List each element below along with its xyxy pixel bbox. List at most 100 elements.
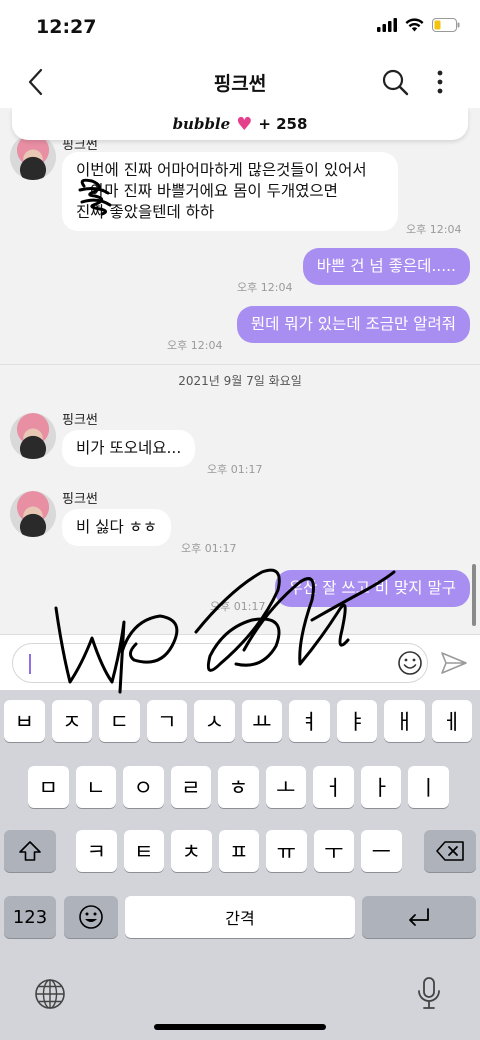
keyboard-key[interactable]: ㅇ xyxy=(123,766,164,808)
emoji-button[interactable] xyxy=(397,650,423,676)
date-divider-line xyxy=(0,364,480,365)
keyboard-key-label: ㅠ xyxy=(276,840,296,864)
keyboard-key-label: ㄱ xyxy=(157,710,177,734)
keyboard-key-label: ㅌ xyxy=(134,840,154,864)
emoji-keyboard-icon xyxy=(79,905,103,929)
signal-icon xyxy=(377,18,397,32)
status-time: 12:27 xyxy=(36,16,97,38)
keyboard-key-label: ㅜ xyxy=(324,840,344,864)
keyboard-key[interactable]: ㅜ xyxy=(313,830,354,872)
keyboard-key[interactable]: ㅏ xyxy=(360,766,401,808)
keyboard-key[interactable]: ㅡ xyxy=(361,830,402,872)
status-icons xyxy=(377,18,460,32)
keyboard-key[interactable]: ㅠ xyxy=(266,830,307,872)
keyboard-key[interactable]: ㄷ xyxy=(99,700,140,742)
microphone-icon xyxy=(418,977,440,1009)
dictation-button[interactable] xyxy=(414,976,444,1010)
message-time: 오후 01:17 xyxy=(181,542,237,555)
keyboard-key-label: ㅓ xyxy=(323,776,343,800)
keyboard-key[interactable]: ㅔ xyxy=(431,700,472,742)
keyboard-key-label: ㅈ xyxy=(62,710,82,734)
keyboard-key-label: ㅕ xyxy=(299,710,319,734)
numbers-key[interactable]: 123 xyxy=(4,896,56,938)
space-key-label: 간격 xyxy=(225,909,255,928)
backspace-key[interactable] xyxy=(424,830,476,872)
keyboard-key[interactable]: ㅗ xyxy=(265,766,306,808)
message-time: 오후 12:04 xyxy=(406,223,462,236)
send-icon xyxy=(441,652,467,674)
avatar[interactable] xyxy=(10,413,56,459)
keyboard-key-label: ㅎ xyxy=(228,776,248,800)
send-button[interactable] xyxy=(440,649,468,677)
keyboard-key[interactable]: ㅑ xyxy=(336,700,377,742)
return-key[interactable] xyxy=(362,896,476,938)
keyboard-key-label: ㅗ xyxy=(276,776,296,800)
keyboard-key[interactable]: ㅕ xyxy=(289,700,330,742)
text-cursor xyxy=(29,654,31,674)
bubble-banner[interactable]: bubble ♥ + 258 xyxy=(12,108,468,140)
shift-key[interactable] xyxy=(4,830,56,872)
message-time: 오후 12:04 xyxy=(237,281,293,294)
keyboard-key[interactable]: ㄱ xyxy=(146,700,187,742)
message-time: 오후 12:04 xyxy=(167,339,223,352)
avatar[interactable] xyxy=(10,134,56,180)
more-button[interactable] xyxy=(430,68,450,96)
keyboard-key-label: ㅛ xyxy=(252,710,272,734)
message-outgoing: 우산 잘 쓰고 비 맞지 말구 xyxy=(274,570,470,607)
keyboard-key[interactable]: ㅊ xyxy=(171,830,212,872)
chat-area[interactable]: bubble ♥ + 258 핑크썬 이번에 진짜 어마어마하게 많은것들이 있… xyxy=(0,108,480,634)
keyboard-key-label: ㅂ xyxy=(14,710,34,734)
keyboard-key-label: ㅏ xyxy=(371,776,391,800)
keyboard-key[interactable]: ㄴ xyxy=(75,766,116,808)
message-incoming: 이번에 진짜 어마어마하게 많은것들이 있어서 아마 진짜 바쁠거에요 몸이 두… xyxy=(62,152,398,231)
keyboard-key[interactable]: ㅓ xyxy=(313,766,354,808)
message-input[interactable] xyxy=(12,643,428,683)
keyboard-key-label: ㅅ xyxy=(204,710,224,734)
avatar[interactable] xyxy=(10,491,56,537)
search-icon xyxy=(382,69,409,96)
more-icon xyxy=(437,70,443,94)
message-incoming: 비가 또오네요... xyxy=(62,430,196,467)
keyboard-key-label: ㅡ xyxy=(371,840,391,864)
keyboard-key-label: ㅁ xyxy=(38,776,58,800)
message-outgoing: 뭔데 뭐가 있는데 조금만 알려줘 xyxy=(236,306,470,343)
keyboard-key[interactable]: ㅍ xyxy=(218,830,259,872)
backspace-icon xyxy=(436,841,464,861)
message-time: 오후 01:17 xyxy=(210,600,266,613)
keyboard-key[interactable]: ㅣ xyxy=(408,766,449,808)
globe-button[interactable] xyxy=(34,978,66,1010)
keyboard-key-label: ㅔ xyxy=(442,710,462,734)
message-time: 오후 01:17 xyxy=(207,463,263,476)
heart-icon: ♥ xyxy=(236,113,253,135)
status-bar: 12:27 xyxy=(0,0,480,56)
nav-bar: 핑크썬 xyxy=(0,56,480,108)
search-button[interactable] xyxy=(381,68,409,96)
keyboard-key-label: ㄹ xyxy=(181,776,201,800)
bubble-brand: bubble xyxy=(172,115,231,133)
sender-name: 핑크썬 xyxy=(62,492,98,507)
home-indicator xyxy=(154,1024,326,1030)
keyboard-key[interactable]: ㅎ xyxy=(218,766,259,808)
emoji-keyboard-key[interactable] xyxy=(64,896,118,938)
scrollbar[interactable] xyxy=(472,564,476,626)
input-bar xyxy=(0,634,480,690)
keyboard-key[interactable]: ㅌ xyxy=(123,830,164,872)
space-key[interactable]: 간격 xyxy=(125,896,355,938)
message-line: 아마 진짜 바쁠거에요 몸이 두개였으면 xyxy=(90,182,338,200)
numbers-key-label: 123 xyxy=(12,906,48,928)
message-outgoing: 바쁜 건 넘 좋은데..... xyxy=(302,248,470,285)
keyboard-key-label: ㅍ xyxy=(229,840,249,864)
keyboard-key[interactable]: ㅛ xyxy=(241,700,282,742)
keyboard-key[interactable]: ㅂ xyxy=(4,700,45,742)
keyboard-key[interactable]: ㅐ xyxy=(384,700,425,742)
keyboard-key[interactable]: ㅅ xyxy=(194,700,235,742)
keyboard-key[interactable]: ㅋ xyxy=(76,830,117,872)
keyboard-key-label: ㄷ xyxy=(109,710,129,734)
keyboard-key[interactable]: ㄹ xyxy=(170,766,211,808)
emoji-icon xyxy=(398,651,422,675)
keyboard-key-label: ㅊ xyxy=(181,840,201,864)
keyboard-key[interactable]: ㅈ xyxy=(51,700,92,742)
keyboard-key-label: ㅑ xyxy=(347,710,367,734)
keyboard-key[interactable]: ㅁ xyxy=(28,766,69,808)
globe-icon xyxy=(35,979,65,1009)
